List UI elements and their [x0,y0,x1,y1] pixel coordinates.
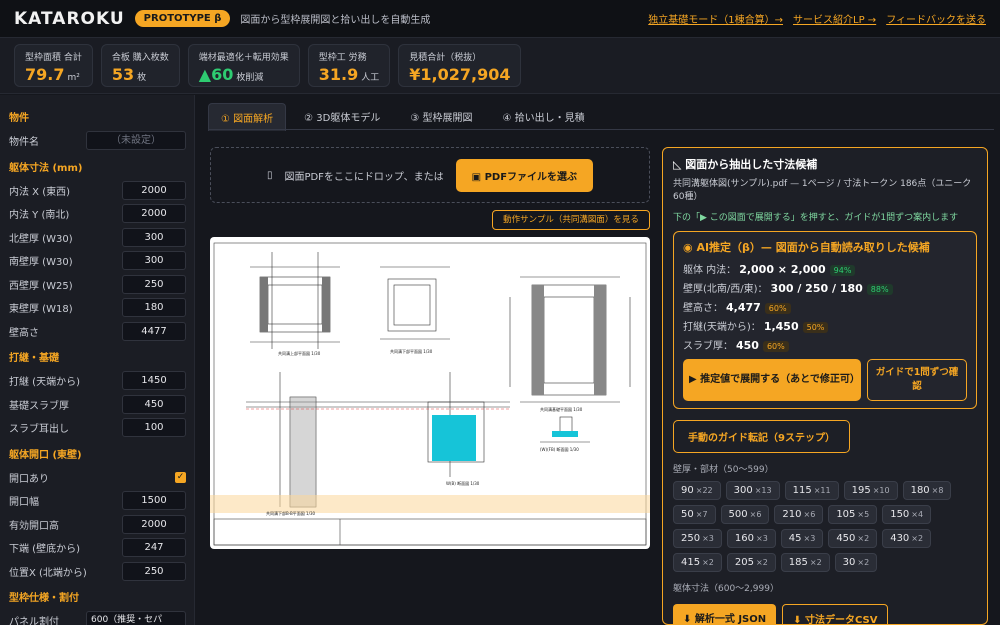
cad-drawing: 共同溝上部平面図 1/30 共同溝下部平面図 1/30 共同溝基礎平面図 1/3… [210,242,650,546]
body-dimension-label: 躯体寸法（600〜2,999） [673,584,779,594]
dim-chip[interactable]: 180 ×8 [902,481,952,500]
top-links: 独立基礎モード（1棟合算）→ サービス紹介LP → フィードバックを送る [648,11,986,26]
section-property: 物件 [9,113,29,124]
section-opening: 躯体開口 (東壁) [9,449,82,461]
dim-chip[interactable]: 45 ×3 [780,529,824,548]
drawing-label-foundation: 共同溝基礎平面図 1/30 [540,406,583,412]
download-json-button[interactable]: ⬇ 解析一式 JSON [673,604,777,624]
dim-chip[interactable]: 50 ×7 [673,505,716,524]
pour-joint-input[interactable]: 1450 [122,371,186,391]
summary-stats: 型枠面積 合計 79.7 m² 合板 購入枚数 53 枚 端材最適化＋転用効果 ▲6… [0,38,1000,94]
tab-takeoff-estimate[interactable]: ④ 拾い出し・見積 [491,103,597,131]
slab-overhang-input[interactable]: 100 [122,418,186,438]
wall-thickness-label: 壁厚・部材（50〜599） [673,465,774,475]
wall-height-input[interactable]: 4477 [122,321,186,341]
up-triangle-icon: ▲ [198,65,212,84]
prototype-badge: PROTOTYPE β [134,10,231,27]
tagline: 図面から型枠展開図と拾い出しを自動生成 [240,15,431,26]
drawing-label-bb: 共同溝下部B-B平面図 1/30 [266,510,315,516]
parameter-sidebar: 物件 物件名 （未設定） 躯体寸法 (mm) 内法 X (東西) 2000 内法 Y… [0,95,195,625]
dim-chip[interactable]: 450 ×2 [828,529,878,548]
stat-labor: 型枠工 労務 31.9 人工 [307,44,391,87]
property-name-input[interactable]: （未設定） [86,131,186,151]
dim-chip[interactable]: 430 ×2 [882,529,932,548]
dimension-chips: 90 ×22 300 ×13 115 ×11 195 ×10 180 ×8 50 ×7 50… [673,481,978,572]
dim-chip[interactable]: 105 ×5 [828,505,878,524]
app-logo: KATAROKU [14,8,125,29]
drawing-label-lower: 共同溝下部平面図 1/30 [390,348,433,354]
dim-chip[interactable]: 300 ×13 [725,481,780,500]
dim-chip[interactable]: 415 ×2 [673,553,722,572]
drawing-preview: 共同溝上部平面図 1/30 共同溝下部平面図 1/30 共同溝基礎平面図 1/3… [210,237,650,549]
pdf-dropzone[interactable]: ▯ 図面PDFをここにドロップ、または ▣ PDFファイルを選ぶ [210,147,650,203]
south-wall-input[interactable]: 300 [122,251,186,271]
dim-chip[interactable]: 250 ×3 [673,529,722,548]
stat-estimate-total: 見積合計（税抜） ¥1,027,904 [398,44,522,87]
ai-row-pour: 打継(天端から)： 1,450 50% [683,318,967,333]
folder-icon: ▣ [471,171,485,183]
link-service-lp[interactable]: サービス紹介LP → [793,11,876,26]
robot-icon: ◉ [683,241,697,254]
dim-chip[interactable]: 160 ×3 [726,529,776,548]
section-body-dimensions: 躯体寸法 (mm) [9,162,83,174]
dim-chip[interactable]: 195 ×10 [843,481,898,500]
ai-estimate-box: ◉ AI推定（β）— 図面から自動読み取りした候補 躯体 内法： 2,000 × … [673,231,977,409]
stat-formwork-area: 型枠面積 合計 79.7 m² [14,44,93,87]
opening-height-input[interactable]: 2000 [122,514,186,534]
dim-chip[interactable]: 500 ×6 [720,505,770,524]
dim-chip[interactable]: 90 ×22 [673,481,721,500]
file-info: 共同溝躯体図(サンプル).pdf — 1ページ / 寸法トークン 186点（ユニ… [673,179,972,202]
extracted-dimensions-panel: ◺ 図面から抽出した寸法候補 共同溝躯体図(サンプル).pdf — 1ページ /… [662,147,988,625]
link-independent-mode[interactable]: 独立基礎モード（1棟合算）→ [648,11,783,26]
dim-chip[interactable]: 30 ×2 [834,553,878,572]
tab-3d-model[interactable]: ② 3D躯体モデル [292,103,392,131]
dim-chip[interactable]: 150 ×4 [882,505,932,524]
tab-drawing-analysis[interactable]: ① 図面解析 [208,103,287,131]
ai-row-slab: スラブ厚： 450 60% [683,337,967,352]
opening-checkbox[interactable]: ✓ [175,471,186,483]
download-csv-button[interactable]: ⬇ 寸法データCSV [782,604,889,624]
guide-hint: 下の「▶ この図面で展開する」を押すと、ガイドが1問ずつ案内します [673,213,959,223]
dim-chip[interactable]: 210 ×6 [774,505,824,524]
main-area: ① 図面解析 ② 3D躯体モデル ③ 型枠展開図 ④ 拾い出し・見積 ▯ 図面P… [196,95,1000,625]
inner-y-input[interactable]: 2000 [122,204,186,224]
guide-confirm-button[interactable]: ガイドで1問ずつ確認 [867,359,967,401]
tab-formwork-layout[interactable]: ③ 型枠展開図 [398,103,484,131]
stat-plywood-count: 合板 購入枚数 53 枚 [100,44,180,87]
file-icon: ▯ [266,169,273,181]
east-wall-input[interactable]: 180 [122,298,186,318]
drawing-label-upper: 共同溝上部平面図 1/30 [278,350,321,356]
dim-chip[interactable]: 205 ×2 [726,553,776,572]
choose-pdf-button[interactable]: ▣ PDFファイルを選ぶ [455,158,594,192]
ruler-icon: ◺ [673,158,686,171]
ai-row-inner: 躯体 内法： 2,000 × 2,000 94% [683,261,967,276]
west-wall-input[interactable]: 250 [122,274,186,294]
drawing-label-wb-section: W(B) 断面図 1/30 [446,480,480,486]
dim-chip[interactable]: 115 ×11 [784,481,839,500]
sample-drawing-button[interactable]: 動作サンプル（共同溝図面）を見る [492,210,650,230]
inner-x-input[interactable]: 2000 [122,180,186,200]
opening-width-input[interactable]: 1500 [122,491,186,511]
section-formwork-spec: 型枠仕様・割付 [9,593,79,604]
top-bar: KATAROKU PROTOTYPE β 図面から型枠展開図と拾い出しを自動生成… [0,0,1000,38]
link-feedback[interactable]: フィードバックを送る [886,11,986,26]
expand-with-estimate-button[interactable]: ▶ 推定値で展開する（あとで修正可） [683,359,861,401]
drawing-label-fb-section: (W)(FB) 断面図 1/30 [540,446,579,452]
panel-layout-select[interactable]: 600（推奨・セパ [86,611,186,625]
dim-chip[interactable]: 185 ×2 [780,553,830,572]
manual-guide-button[interactable]: 手動のガイド転記（9ステップ） [673,420,850,453]
stat-offcut-saving: 端材最適化＋転用効果 ▲60 枚削減 [187,44,300,87]
ai-row-height: 壁高さ： 4,477 60% [683,299,967,314]
main-tabs: ① 図面解析 ② 3D躯体モデル ③ 型枠展開図 ④ 拾い出し・見積 [208,103,597,131]
slab-thickness-input[interactable]: 450 [122,394,186,414]
opening-position-input[interactable]: 250 [122,561,186,581]
ai-row-walls: 壁厚(北南/西/東)： 300 / 250 / 180 88% [683,280,967,295]
north-wall-input[interactable]: 300 [122,227,186,247]
section-pour-foundation: 打継・基礎 [9,353,59,364]
opening-bottom-input[interactable]: 247 [122,538,186,558]
